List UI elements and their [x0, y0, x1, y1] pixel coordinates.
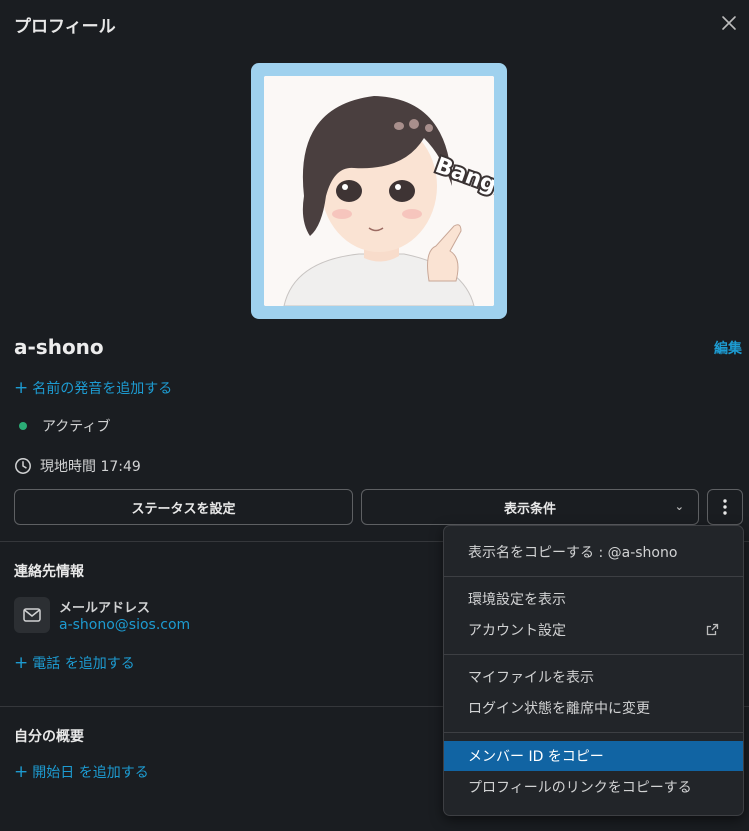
view-options-label: 表示条件 — [503, 501, 556, 517]
status-row: アクティブ — [14, 416, 110, 436]
chevron-down-icon: ⌄ — [674, 500, 684, 513]
avatar-illustration: Bang! — [264, 76, 494, 306]
menu-item-view-my-files[interactable]: マイファイルを表示 — [444, 662, 743, 692]
add-start-date-link[interactable]: + 開始日 を追加する — [14, 762, 149, 782]
menu-item-copy-profile-link[interactable]: プロフィールのリンクをコピーする — [444, 772, 743, 802]
menu-separator — [444, 576, 743, 577]
plus-icon: + — [14, 652, 29, 673]
view-options-button[interactable]: 表示条件 ⌄ — [361, 489, 699, 525]
close-button[interactable] — [716, 10, 742, 36]
add-phone-label: 電話 を追加する — [32, 656, 135, 672]
external-link-icon — [706, 623, 719, 636]
menu-item-view-preferences[interactable]: 環境設定を表示 — [444, 584, 743, 614]
menu-separator — [444, 732, 743, 733]
menu-separator — [444, 654, 743, 655]
more-actions-menu: 表示名をコピーする : @a-shono 環境設定を表示 アカウント設定 マイフ… — [443, 525, 744, 816]
add-start-date-label: 開始日 を追加する — [32, 765, 149, 781]
more-actions-button[interactable] — [707, 489, 743, 525]
set-status-label: ステータスを設定 — [131, 501, 236, 517]
menu-item-copy-display-name[interactable]: 表示名をコピーする : @a-shono — [444, 537, 743, 567]
email-label: メールアドレス — [59, 601, 151, 616]
add-pronunciation-label: 名前の発音を追加する — [32, 381, 173, 397]
close-icon — [722, 16, 736, 30]
menu-item-copy-member-id[interactable]: メンバー ID をコピー — [444, 741, 743, 771]
email-icon-box — [14, 597, 50, 633]
menu-item-account-settings[interactable]: アカウント設定 — [444, 615, 743, 645]
add-pronunciation-link[interactable]: + 名前の発音を追加する — [14, 378, 172, 398]
add-phone-link[interactable]: + 電話 を追加する — [14, 653, 135, 673]
clock-icon — [15, 458, 31, 474]
plus-icon: + — [14, 761, 29, 782]
vertical-ellipsis-icon — [723, 499, 727, 515]
avatar: Bang! — [251, 63, 507, 319]
email-link[interactable]: a-shono@sios.com — [59, 617, 190, 633]
local-time-row: 現地時間 17:49 — [14, 456, 141, 476]
display-name: a-shono — [14, 335, 104, 359]
status-label: アクティブ — [42, 419, 111, 435]
about-section-title: 自分の概要 — [14, 729, 84, 745]
envelope-icon — [23, 608, 41, 622]
menu-item-account-settings-label: アカウント設定 — [468, 623, 566, 639]
set-status-button[interactable]: ステータスを設定 — [14, 489, 353, 525]
menu-item-set-away[interactable]: ログイン状態を離席中に変更 — [444, 693, 743, 723]
contact-section-title: 連絡先情報 — [14, 564, 84, 580]
local-time-label: 現地時間 17:49 — [40, 459, 141, 475]
plus-icon: + — [14, 377, 29, 398]
page-title: プロフィール — [14, 17, 116, 37]
edit-profile-link[interactable]: 編集 — [714, 338, 742, 358]
active-status-dot-icon — [19, 422, 27, 430]
